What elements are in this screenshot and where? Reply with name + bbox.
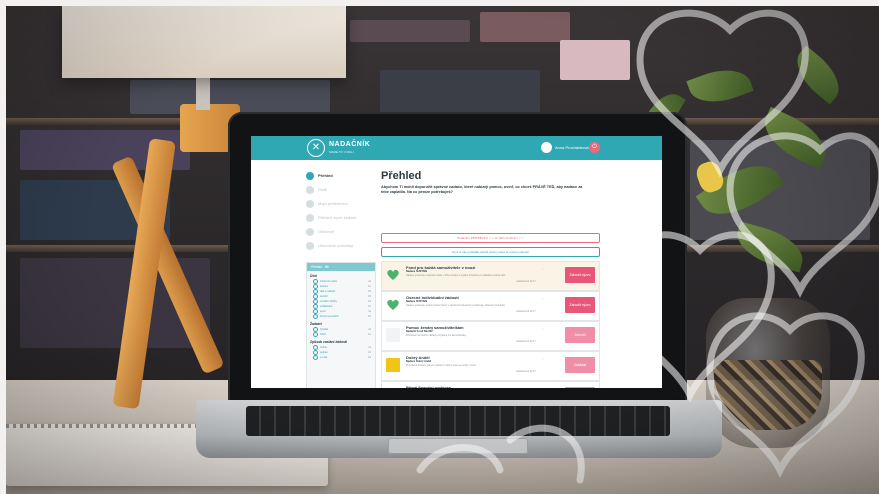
heart-outline	[726, 132, 879, 298]
heart-outline	[706, 312, 865, 478]
heart-outline	[636, 9, 809, 178]
image-border	[0, 0, 6, 494]
heart-outline-overlay	[416, 9, 879, 484]
photo-scene: ✕ NADAČNÍK MAME TO V MALI Anna Procházko…	[0, 0, 879, 494]
image-border	[0, 0, 879, 6]
heart-outline	[416, 424, 585, 484]
